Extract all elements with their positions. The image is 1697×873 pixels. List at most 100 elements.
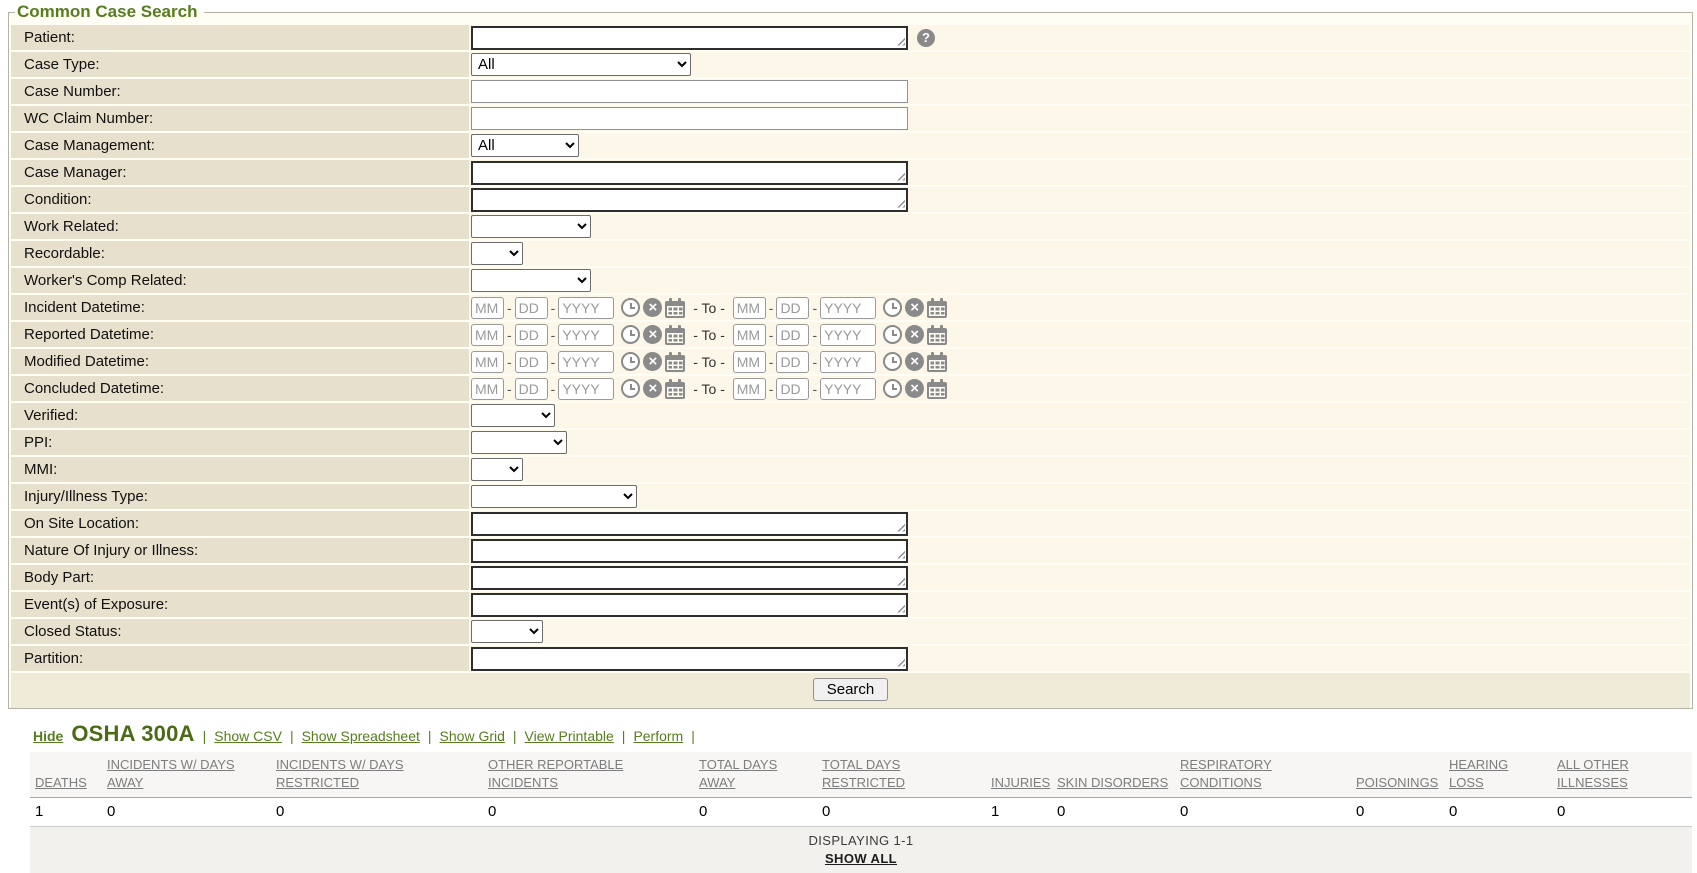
year-input[interactable] bbox=[558, 350, 615, 373]
clear-date-icon[interactable] bbox=[905, 325, 925, 344]
time-icon[interactable] bbox=[621, 298, 641, 317]
patient-input-wrap bbox=[471, 25, 908, 50]
field-control bbox=[469, 511, 1690, 536]
column-header-link[interactable]: DEATHS bbox=[35, 775, 87, 790]
calendar-icon[interactable] bbox=[927, 351, 948, 372]
column-header-link[interactable]: INCIDENTS W/ DAYS RESTRICTED bbox=[276, 757, 404, 790]
case-number-input[interactable] bbox=[471, 80, 908, 103]
help-icon[interactable] bbox=[917, 28, 935, 47]
month-input[interactable] bbox=[471, 323, 504, 346]
calendar-icon[interactable] bbox=[927, 378, 948, 399]
time-icon[interactable] bbox=[621, 325, 641, 344]
calendar-icon[interactable] bbox=[665, 351, 686, 372]
hide-link[interactable]: Hide bbox=[33, 728, 63, 744]
body-part-input[interactable] bbox=[471, 565, 908, 590]
action-link-view-printable[interactable]: View Printable bbox=[525, 728, 614, 744]
time-icon[interactable] bbox=[883, 352, 903, 371]
month-input[interactable] bbox=[732, 350, 766, 373]
action-link-show-grid[interactable]: Show Grid bbox=[440, 728, 505, 744]
clear-date-icon[interactable] bbox=[643, 325, 663, 344]
case-management-select[interactable]: All bbox=[471, 134, 579, 157]
calendar-icon[interactable] bbox=[665, 378, 686, 399]
time-icon[interactable] bbox=[883, 325, 903, 344]
work-related-select[interactable] bbox=[471, 215, 591, 238]
cell: 0 bbox=[817, 797, 986, 828]
clear-date-icon[interactable] bbox=[643, 379, 663, 398]
year-input[interactable] bbox=[820, 377, 877, 400]
closed-status-select[interactable] bbox=[471, 620, 543, 643]
column-header-link[interactable]: INCIDENTS W/ DAYS AWAY bbox=[107, 757, 235, 790]
clear-date-icon[interactable] bbox=[905, 352, 925, 371]
year-input[interactable] bbox=[558, 377, 615, 400]
clear-date-icon[interactable] bbox=[905, 379, 925, 398]
column-header-link[interactable]: INJURIES bbox=[991, 775, 1050, 790]
month-input[interactable] bbox=[732, 296, 766, 319]
calendar-icon[interactable] bbox=[665, 297, 686, 318]
month-input[interactable] bbox=[471, 350, 504, 373]
field-control: -- - To - -- bbox=[469, 376, 1690, 401]
column-header-link[interactable]: HEARING LOSS bbox=[1449, 757, 1508, 790]
column-header-link[interactable]: SKIN DISORDERS bbox=[1057, 775, 1168, 790]
time-icon[interactable] bbox=[883, 379, 903, 398]
field-control bbox=[469, 538, 1690, 563]
to-label: - To - bbox=[689, 353, 729, 370]
injury-illness-type-select[interactable] bbox=[471, 485, 637, 508]
year-input[interactable] bbox=[558, 296, 615, 319]
column-header-link[interactable]: RESPIRATORY CONDITIONS bbox=[1180, 757, 1272, 790]
year-input[interactable] bbox=[820, 350, 877, 373]
case-manager-input[interactable] bbox=[471, 160, 908, 185]
clear-date-icon[interactable] bbox=[643, 352, 663, 371]
modified-date-to-group: -- bbox=[732, 350, 948, 373]
column-header-link[interactable]: OTHER REPORTABLE INCIDENTS bbox=[488, 757, 623, 790]
partition-input[interactable] bbox=[471, 646, 908, 671]
day-input[interactable] bbox=[776, 377, 810, 400]
calendar-icon[interactable] bbox=[927, 297, 948, 318]
year-input[interactable] bbox=[820, 323, 877, 346]
form-row-body-part: Body Part: bbox=[11, 565, 1690, 590]
month-input[interactable] bbox=[732, 323, 766, 346]
field-label: Case Manager: bbox=[11, 160, 469, 185]
column-header-link[interactable]: TOTAL DAYS AWAY bbox=[699, 757, 777, 790]
events-of-exposure-input-wrap bbox=[471, 592, 908, 617]
month-input[interactable] bbox=[471, 377, 504, 400]
workers-comp-related-select[interactable] bbox=[471, 269, 591, 292]
nature-of-injury-input[interactable] bbox=[471, 538, 908, 563]
concluded-date-from-group: -- bbox=[471, 377, 686, 400]
year-input[interactable] bbox=[820, 296, 877, 319]
column-header-link[interactable]: POISONINGS bbox=[1356, 775, 1438, 790]
column-header-link[interactable]: ALL OTHER ILLNESSES bbox=[1557, 757, 1629, 790]
day-input[interactable] bbox=[776, 350, 810, 373]
condition-input[interactable] bbox=[471, 187, 908, 212]
verified-select[interactable] bbox=[471, 404, 555, 427]
year-input[interactable] bbox=[558, 323, 615, 346]
patient-input[interactable] bbox=[471, 25, 908, 50]
action-link-show-spreadsheet[interactable]: Show Spreadsheet bbox=[302, 728, 420, 744]
day-input[interactable] bbox=[776, 323, 810, 346]
day-input[interactable] bbox=[514, 350, 548, 373]
column-header-link[interactable]: TOTAL DAYS RESTRICTED bbox=[822, 757, 905, 790]
time-icon[interactable] bbox=[621, 352, 641, 371]
recordable-select[interactable] bbox=[471, 242, 523, 265]
clear-date-icon[interactable] bbox=[905, 298, 925, 317]
events-of-exposure-input[interactable] bbox=[471, 592, 908, 617]
action-link-show-csv[interactable]: Show CSV bbox=[214, 728, 282, 744]
time-icon[interactable] bbox=[621, 379, 641, 398]
day-input[interactable] bbox=[514, 323, 548, 346]
day-input[interactable] bbox=[776, 296, 810, 319]
show-all-link[interactable]: SHOW ALL bbox=[825, 851, 897, 866]
search-button[interactable]: Search bbox=[812, 678, 889, 701]
ppi-select[interactable] bbox=[471, 431, 567, 454]
wc-claim-number-input[interactable] bbox=[471, 107, 908, 130]
calendar-icon[interactable] bbox=[665, 324, 686, 345]
time-icon[interactable] bbox=[883, 298, 903, 317]
day-input[interactable] bbox=[514, 296, 548, 319]
calendar-icon[interactable] bbox=[927, 324, 948, 345]
on-site-location-input[interactable] bbox=[471, 511, 908, 536]
clear-date-icon[interactable] bbox=[643, 298, 663, 317]
mmi-select[interactable] bbox=[471, 458, 523, 481]
action-link-perform[interactable]: Perform bbox=[633, 728, 683, 744]
month-input[interactable] bbox=[471, 296, 504, 319]
case-type-select[interactable]: All bbox=[471, 53, 691, 76]
day-input[interactable] bbox=[514, 377, 548, 400]
month-input[interactable] bbox=[732, 377, 766, 400]
